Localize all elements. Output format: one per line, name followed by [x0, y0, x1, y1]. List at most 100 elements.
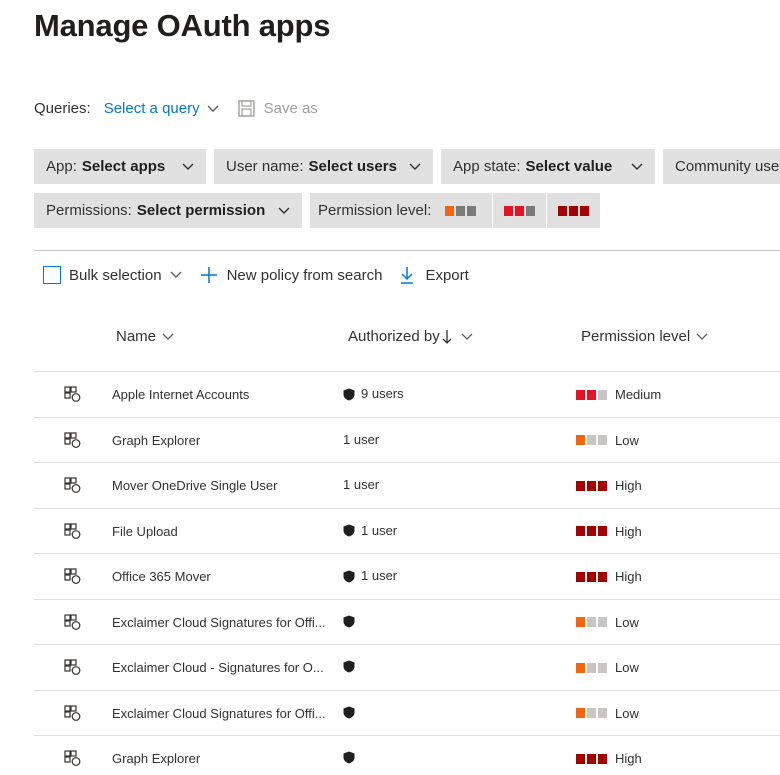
table-row[interactable]: Exclaimer Cloud Signatures for Offi... Lo…: [34, 689, 780, 736]
permission-level-cell: High: [576, 569, 642, 584]
permission-level-text: Low: [615, 705, 639, 721]
app-name[interactable]: File Upload: [112, 524, 178, 539]
table-row[interactable]: Mover OneDrive Single User 1 user High: [34, 462, 780, 508]
authorized-by-cell: 1 user: [343, 568, 397, 583]
bulk-selection-label: Bulk selection: [69, 266, 162, 284]
permission-level-cell: Medium: [576, 387, 661, 402]
table-row[interactable]: Graph Explorer 1 user Low: [34, 416, 780, 463]
chevron-down-icon: [631, 163, 643, 170]
column-header-permission-level[interactable]: Permission level: [581, 328, 708, 345]
chevron-down-icon: [207, 105, 219, 112]
app-state-filter[interactable]: App state: Select value: [441, 149, 655, 184]
app-name[interactable]: Exclaimer Cloud - Signatures for O...: [112, 660, 324, 675]
low-level-icon: [576, 708, 607, 718]
chevron-down-icon: [461, 333, 473, 340]
chevron-down-icon: [696, 333, 708, 340]
low-level-icon: [576, 617, 607, 627]
authorized-by-cell: 1 user: [343, 523, 397, 538]
app-name[interactable]: Mover OneDrive Single User: [112, 478, 277, 493]
app-filter-label: App:: [46, 158, 77, 175]
permission-level-text: High: [615, 751, 642, 766]
low-level-icon: [576, 435, 607, 445]
divider: [34, 250, 780, 251]
save-icon: [237, 100, 255, 117]
authorized-by-cell: 1 user: [343, 432, 379, 447]
app-icon: [64, 386, 81, 402]
app-name[interactable]: Graph Explorer: [112, 751, 200, 766]
permission-level-cell: Low: [576, 660, 639, 675]
permissions-filter[interactable]: Permissions: Select permission: [34, 193, 302, 228]
table-row[interactable]: Apple Internet Accounts 9 users Medium: [34, 371, 780, 417]
app-icon: [64, 431, 81, 448]
app-state-filter-value: Select value: [525, 158, 613, 175]
shield-icon: [343, 706, 355, 718]
medium-level-icon: [504, 205, 535, 216]
column-header-permission-level-label: Permission level: [581, 328, 691, 345]
permission-level-text: High: [615, 523, 642, 539]
user-count: 1 user: [361, 522, 398, 538]
chevron-down-icon: [182, 163, 194, 170]
chevron-down-icon: [170, 271, 182, 278]
user-filter-value: Select users: [308, 158, 397, 175]
app-name[interactable]: Exclaimer Cloud Signatures for Offi...: [112, 615, 326, 630]
app-name[interactable]: Office 365 Mover: [112, 569, 211, 584]
app-icon: [64, 704, 81, 721]
table-row[interactable]: Exclaimer Cloud Signatures for Offi... Lo…: [34, 598, 780, 645]
save-as-label: Save as: [263, 100, 318, 117]
export-button[interactable]: Export: [400, 266, 469, 284]
chevron-down-icon: [162, 333, 174, 340]
queries-label: Queries:: [34, 100, 91, 117]
table-row[interactable]: Office 365 Mover 1 user High: [34, 553, 780, 599]
apps-table: Apple Internet Accounts 9 users Medium Grap…: [34, 371, 780, 775]
export-label: Export: [425, 266, 469, 284]
authorized-by-cell: [343, 614, 361, 628]
app-icon: [64, 568, 81, 584]
shield-icon: [343, 570, 355, 582]
app-icon: [64, 659, 81, 675]
user-filter[interactable]: User name: Select users: [214, 149, 433, 184]
permission-level-cell: Low: [576, 706, 639, 721]
chevron-down-icon: [409, 163, 421, 170]
column-header-name-label: Name: [116, 328, 157, 345]
shield-icon: [343, 751, 355, 764]
authorized-by-cell: [343, 750, 361, 764]
medium-level-icon: [576, 389, 607, 400]
permission-level-label: Permission level:: [318, 202, 432, 219]
permission-level-low-toggle[interactable]: Permission level:: [310, 193, 492, 228]
app-name[interactable]: Graph Explorer: [112, 433, 200, 448]
bulk-selection-checkbox[interactable]: [43, 266, 61, 284]
permission-level-cell: Low: [576, 433, 639, 448]
chevron-down-icon: [278, 207, 290, 214]
bulk-selection-button[interactable]: Bulk selection: [43, 266, 182, 284]
app-icon: [64, 522, 81, 539]
community-use-filter[interactable]: Community use: [663, 149, 780, 184]
app-icon: [64, 750, 81, 766]
table-row[interactable]: File Upload 1 user High: [34, 507, 780, 554]
table-row[interactable]: Graph Explorer High: [34, 735, 780, 775]
permission-level-cell: High: [576, 524, 642, 539]
column-header-authorized-by[interactable]: Authorized by: [348, 328, 473, 345]
app-name[interactable]: Apple Internet Accounts: [112, 387, 249, 402]
app-icon: [64, 613, 81, 630]
column-header-name[interactable]: Name: [116, 328, 174, 345]
toolbar: Bulk selection New policy from search Ex…: [43, 266, 469, 284]
save-as-button[interactable]: Save as: [237, 100, 318, 117]
table-row[interactable]: Exclaimer Cloud - Signatures for O... Low: [34, 644, 780, 690]
app-filter[interactable]: App: Select apps: [34, 149, 206, 184]
new-policy-button[interactable]: New policy from search: [200, 266, 383, 284]
download-icon: [401, 267, 414, 284]
permission-level-text: High: [615, 478, 642, 493]
high-level-icon: [558, 205, 589, 216]
new-policy-label: New policy from search: [226, 266, 383, 284]
permission-level-medium-toggle[interactable]: [493, 193, 546, 228]
authorized-by-cell: [343, 659, 361, 673]
user-count: 1 user: [343, 477, 380, 492]
select-query-dropdown[interactable]: Select a query: [104, 100, 219, 117]
authorized-by-cell: [343, 705, 361, 719]
app-name[interactable]: Exclaimer Cloud Signatures for Offi...: [112, 706, 326, 721]
user-count: 1 user: [361, 568, 398, 583]
permission-level-text: Low: [615, 432, 639, 448]
user-count: 1 user: [343, 431, 380, 447]
low-level-icon: [445, 205, 477, 216]
permission-level-high-toggle[interactable]: [547, 193, 600, 228]
